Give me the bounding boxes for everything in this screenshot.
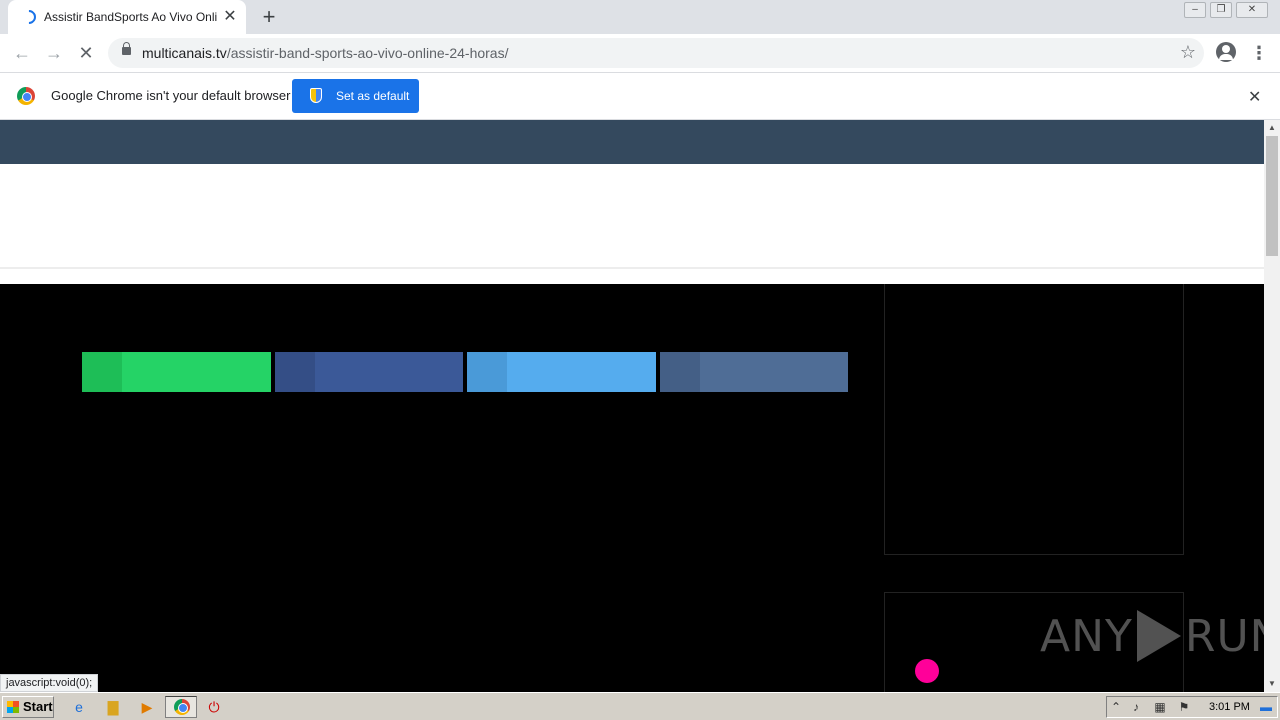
shield-icon (310, 88, 322, 103)
page-scrollbar[interactable]: ▲ ▼ (1264, 120, 1280, 692)
address-bar[interactable]: multicanais.tv/assistir-band-sports-ao-v… (108, 38, 1204, 68)
start-button[interactable]: Start (2, 696, 54, 718)
tumblr-icon (660, 352, 700, 392)
facebook-share-button[interactable] (275, 352, 463, 392)
bookmark-star-icon[interactable]: ☆ (1180, 42, 1196, 63)
security-app-icon[interactable]: ⏻ (205, 698, 223, 716)
infobar-message: Google Chrome isn't your default browser (51, 88, 291, 103)
site-banner (0, 164, 1264, 284)
minimize-button[interactable]: – (1184, 2, 1206, 18)
new-tab-button[interactable]: + (258, 6, 280, 28)
lock-icon[interactable] (122, 42, 131, 55)
url-path: /assistir-band-sports-ao-vivo-online-24-… (226, 45, 509, 61)
window-close-button[interactable]: ✕ (1236, 2, 1268, 18)
chrome-taskbar-icon (174, 699, 190, 715)
browser-tab[interactable]: Assistir BandSports Ao Vivo Online 2 ✕ (8, 0, 246, 34)
tumblr-share-button[interactable] (660, 352, 848, 392)
site-header (0, 120, 1264, 164)
chrome-menu-button[interactable]: ⋮ (1250, 42, 1268, 64)
tray-expand-icon[interactable]: ⌃ (1109, 700, 1123, 714)
twitter-share-button[interactable] (467, 352, 656, 392)
url-text[interactable]: multicanais.tv/assistir-band-sports-ao-v… (142, 45, 508, 61)
profile-avatar-icon[interactable] (1216, 42, 1236, 62)
network-icon[interactable]: ▦ (1153, 700, 1167, 714)
tab-title: Assistir BandSports Ao Vivo Online 2 (44, 10, 218, 24)
scroll-down-button[interactable]: ▼ (1264, 676, 1280, 692)
internet-explorer-icon[interactable]: e (70, 698, 88, 716)
default-browser-infobar: Google Chrome isn't your default browser… (0, 72, 1280, 120)
action-center-flag-icon[interactable]: ⚑ (1177, 700, 1191, 714)
system-tray: ⌃ ♪ ▦ ⚑ 3:01 PM ▬ (1106, 696, 1278, 718)
facebook-icon (275, 352, 315, 392)
whatsapp-share-button[interactable] (82, 352, 271, 392)
tab-close-button[interactable]: ✕ (222, 9, 238, 25)
taskbar-clock[interactable]: 3:01 PM (1209, 701, 1250, 713)
back-button[interactable]: ← (11, 42, 33, 64)
url-host: multicanais.tv (142, 45, 227, 61)
scroll-thumb[interactable] (1266, 136, 1278, 256)
windows-taskbar: Start e ▇ ▶ ⏻ ⌃ ♪ ▦ ⚑ 3:01 PM ▬ (0, 692, 1280, 720)
show-desktop-icon[interactable]: ▬ (1259, 700, 1273, 714)
taskbar-chrome-button[interactable] (165, 696, 197, 718)
scroll-up-button[interactable]: ▲ (1264, 120, 1280, 136)
cursor-marker (915, 659, 939, 683)
tab-strip: Assistir BandSports Ao Vivo Online 2 ✕ +… (0, 0, 1280, 34)
page-content: ANY RUN (0, 120, 1264, 692)
link-status-bar: javascript:void(0); (0, 674, 99, 692)
windows-logo-icon (7, 701, 19, 713)
browser-toolbar: ← → ✕ multicanais.tv/assistir-band-sport… (0, 34, 1280, 72)
loading-spinner-icon (19, 7, 39, 27)
sidebar-ad-box (884, 284, 1184, 555)
volume-icon[interactable]: ♪ (1129, 700, 1143, 714)
set-as-default-button[interactable]: Set as default (292, 79, 419, 113)
chrome-logo-icon (17, 87, 35, 105)
forward-button[interactable]: → (43, 42, 65, 64)
file-explorer-icon[interactable]: ▇ (104, 698, 122, 716)
infobar-close-button[interactable]: ✕ (1248, 87, 1261, 107)
start-label: Start (23, 699, 53, 714)
anyrun-watermark: ANY RUN (1040, 610, 1264, 662)
watermark-right: RUN (1184, 610, 1264, 662)
stop-button[interactable]: ✕ (75, 42, 97, 64)
watermark-left: ANY (1040, 610, 1133, 662)
restore-button[interactable]: ❐ (1210, 2, 1232, 18)
set-as-default-label: Set as default (336, 89, 410, 103)
play-icon (1136, 610, 1181, 662)
banner-divider (0, 267, 1264, 269)
whatsapp-icon (82, 352, 122, 392)
twitter-icon (467, 352, 507, 392)
media-player-icon[interactable]: ▶ (138, 698, 156, 716)
